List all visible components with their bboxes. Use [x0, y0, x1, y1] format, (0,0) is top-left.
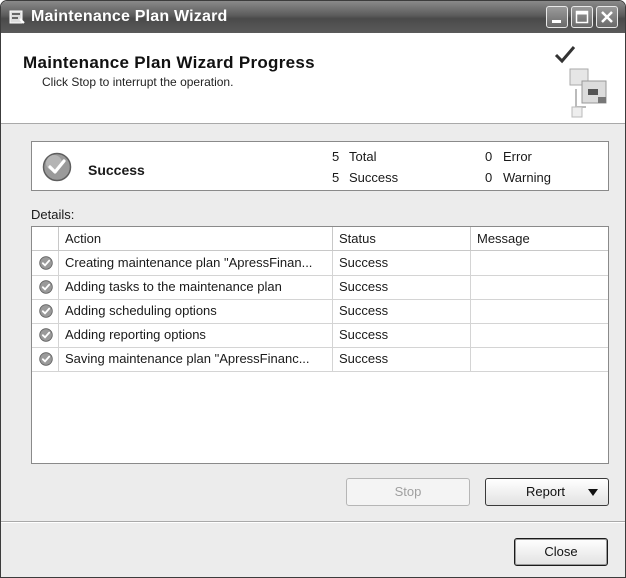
- column-header-message[interactable]: Message: [471, 227, 608, 250]
- row-action: Adding scheduling options: [59, 299, 333, 323]
- close-icon: [601, 11, 613, 23]
- column-header-action[interactable]: Action: [59, 227, 333, 250]
- report-label: Report: [526, 484, 566, 499]
- error-count: 0: [485, 149, 493, 164]
- summary-panel: Success 5 Total 5 Success 0 Error 0 Warn…: [31, 141, 609, 191]
- error-label: Error: [503, 149, 532, 164]
- page-title: Maintenance Plan Wizard Progress: [23, 53, 315, 72]
- success-check-icon: [39, 328, 53, 342]
- warning-count: 0: [485, 170, 493, 185]
- row-status: Success: [333, 299, 471, 323]
- row-status: Success: [333, 251, 471, 275]
- table-row[interactable]: Adding tasks to the maintenance plan Suc…: [32, 275, 608, 300]
- total-label: Total: [349, 149, 377, 164]
- row-status: Success: [333, 347, 471, 371]
- success-check-icon: [39, 352, 53, 366]
- footer-divider: [1, 521, 625, 523]
- row-icon-cell: [32, 251, 59, 275]
- row-icon-cell: [32, 323, 59, 347]
- success-label: Success: [349, 170, 399, 185]
- row-message: [471, 347, 608, 371]
- row-message: [471, 323, 608, 347]
- title-bar[interactable]: Maintenance Plan Wizard: [1, 1, 625, 33]
- maximize-icon: [575, 10, 589, 24]
- row-action: Creating maintenance plan "ApressFinan..…: [59, 251, 333, 275]
- row-action: Saving maintenance plan "ApressFinanc...: [59, 347, 333, 371]
- table-row[interactable]: Creating maintenance plan "ApressFinan..…: [32, 251, 608, 276]
- minimize-button[interactable]: [546, 6, 568, 28]
- success-check-icon: [39, 256, 53, 270]
- row-message: [471, 299, 608, 323]
- row-icon-cell: [32, 275, 59, 299]
- row-action: Adding tasks to the maintenance plan: [59, 275, 333, 299]
- close-button[interactable]: Close: [514, 538, 608, 566]
- window-title: Maintenance Plan Wizard: [31, 8, 228, 25]
- report-button[interactable]: Report: [485, 478, 609, 506]
- warning-label: Warning: [503, 170, 551, 185]
- table-row[interactable]: Saving maintenance plan "ApressFinanc...…: [32, 347, 608, 372]
- row-icon-cell: [32, 299, 59, 323]
- table-row[interactable]: Adding reporting options Success: [32, 323, 608, 348]
- close-window-button[interactable]: [596, 6, 618, 28]
- success-check-icon: [39, 280, 53, 294]
- chevron-down-icon: [588, 489, 598, 496]
- page-subtitle: Click Stop to interrupt the operation.: [42, 75, 234, 89]
- grid-header: Action Status Message: [32, 227, 608, 251]
- row-status: Success: [333, 275, 471, 299]
- success-count: 5: [332, 170, 340, 185]
- table-row[interactable]: Adding scheduling options Success: [32, 299, 608, 324]
- total-count: 5: [332, 149, 340, 164]
- maximize-button[interactable]: [571, 6, 593, 28]
- stop-button[interactable]: Stop: [346, 478, 470, 506]
- row-action: Adding reporting options: [59, 323, 333, 347]
- column-header-icon[interactable]: [32, 227, 59, 250]
- wizard-header: Maintenance Plan Wizard Progress Click S…: [1, 33, 625, 124]
- success-check-icon: [42, 152, 72, 182]
- success-check-icon: [39, 304, 53, 318]
- minimize-icon: [552, 20, 561, 23]
- row-message: [471, 275, 608, 299]
- details-grid[interactable]: Action Status Message Creating maintenan…: [31, 226, 609, 464]
- details-label: Details:: [31, 207, 75, 222]
- status-label: Success: [88, 162, 145, 178]
- wizard-banner-graphic: [554, 46, 607, 118]
- row-message: [471, 251, 608, 275]
- wizard-window: Maintenance Plan Wizard Maintenance Plan…: [0, 0, 626, 578]
- column-header-status[interactable]: Status: [333, 227, 471, 250]
- wizard-app-icon: [9, 10, 25, 24]
- row-icon-cell: [32, 347, 59, 371]
- row-status: Success: [333, 323, 471, 347]
